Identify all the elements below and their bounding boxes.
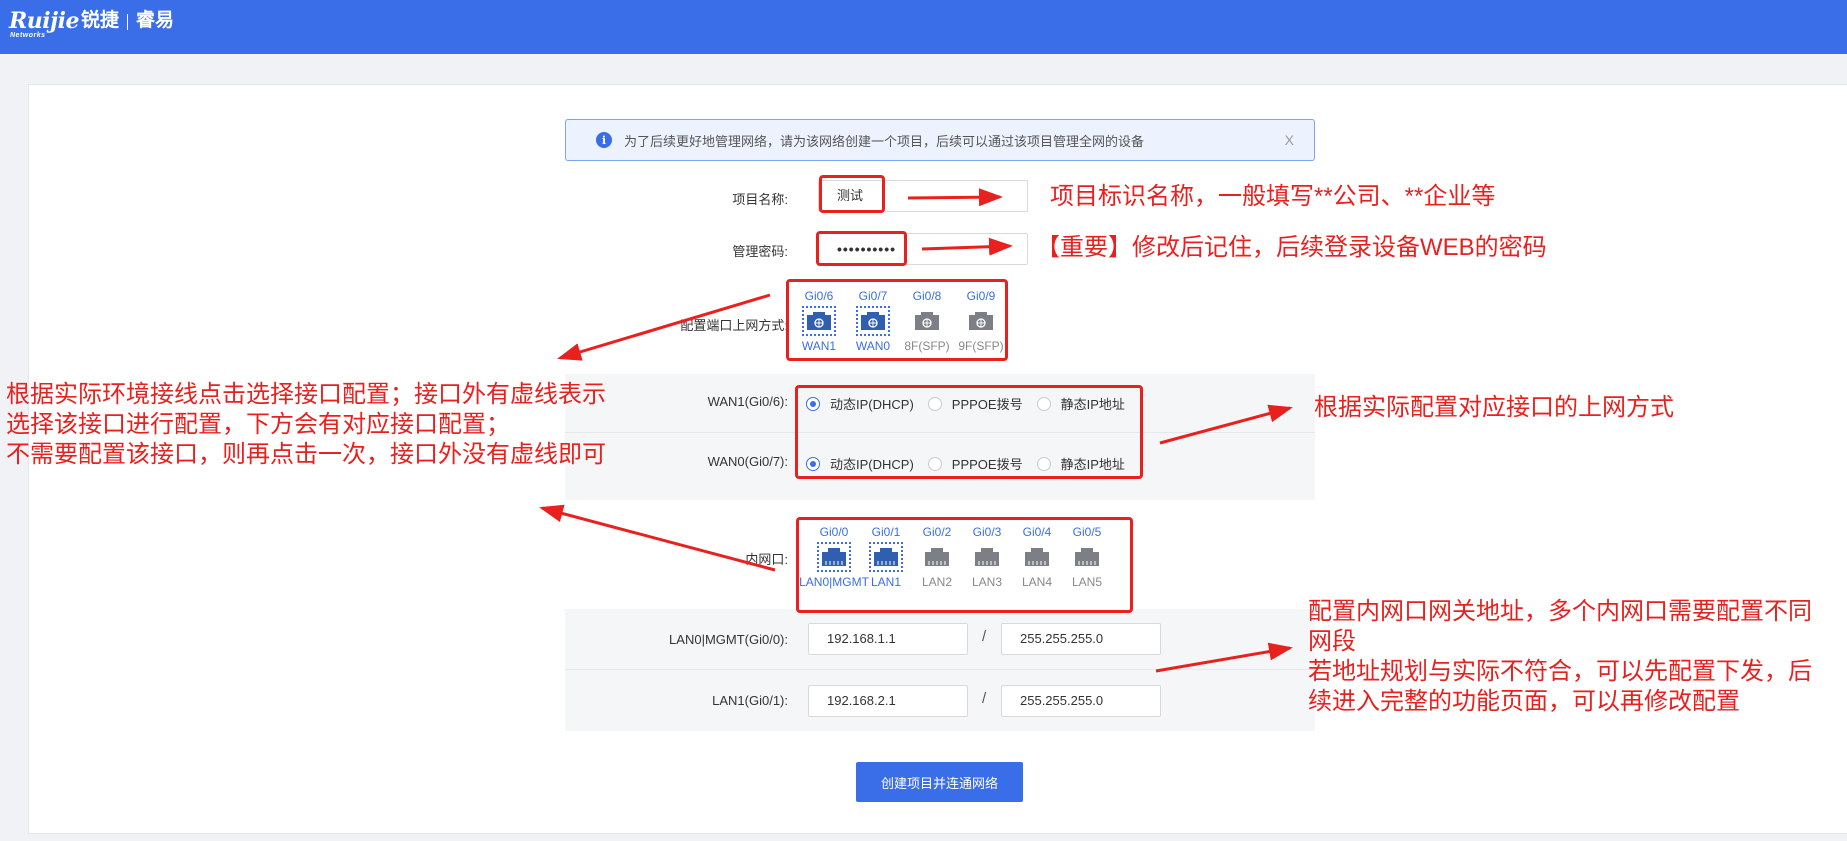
annotation-project-name: 项目标识名称，一般填写**公司、**企业等 [1050, 183, 1496, 210]
annotation-line: 续进入完整的功能页面，可以再修改配置 [1308, 688, 1740, 715]
arrow-wan [1159, 404, 1293, 445]
arrow-lan-left [539, 504, 776, 572]
arrow-project-name [907, 188, 1003, 207]
annotation-lan: 配置内网口网关地址，多个内网口需要配置不同 网段 若地址规划与实际不符合，可以先… [1308, 597, 1812, 717]
annotation-line: 不需要配置该接口，则再点击一次，接口外没有虚线即可 [6, 441, 606, 468]
annotation-line: 配置内网口网关地址，多个内网口需要配置不同 [1308, 598, 1812, 625]
arrow-ports-left [557, 293, 771, 361]
annotation-line: 选择该接口进行配置，下方会有对应接口配置； [6, 411, 510, 438]
arrow-lan-right [1155, 642, 1293, 673]
annotation-line: 网段 [1308, 628, 1356, 655]
arrow-password [921, 237, 1013, 256]
annotation-wan: 根据实际配置对应接口的上网方式 [1314, 394, 1674, 421]
annotation-line: 若地址规划与实际不符合，可以先配置下发，后 [1308, 658, 1812, 685]
annotation-line: 根据实际环境接线点击选择接口配置；接口外有虚线表示 [6, 381, 606, 408]
annotation-password: 【重要】修改后记住，后续登录设备WEB的密码 [1036, 234, 1547, 261]
annotation-ports-left: 根据实际环境接线点击选择接口配置；接口外有虚线表示 选择该接口进行配置，下方会有… [6, 380, 606, 470]
